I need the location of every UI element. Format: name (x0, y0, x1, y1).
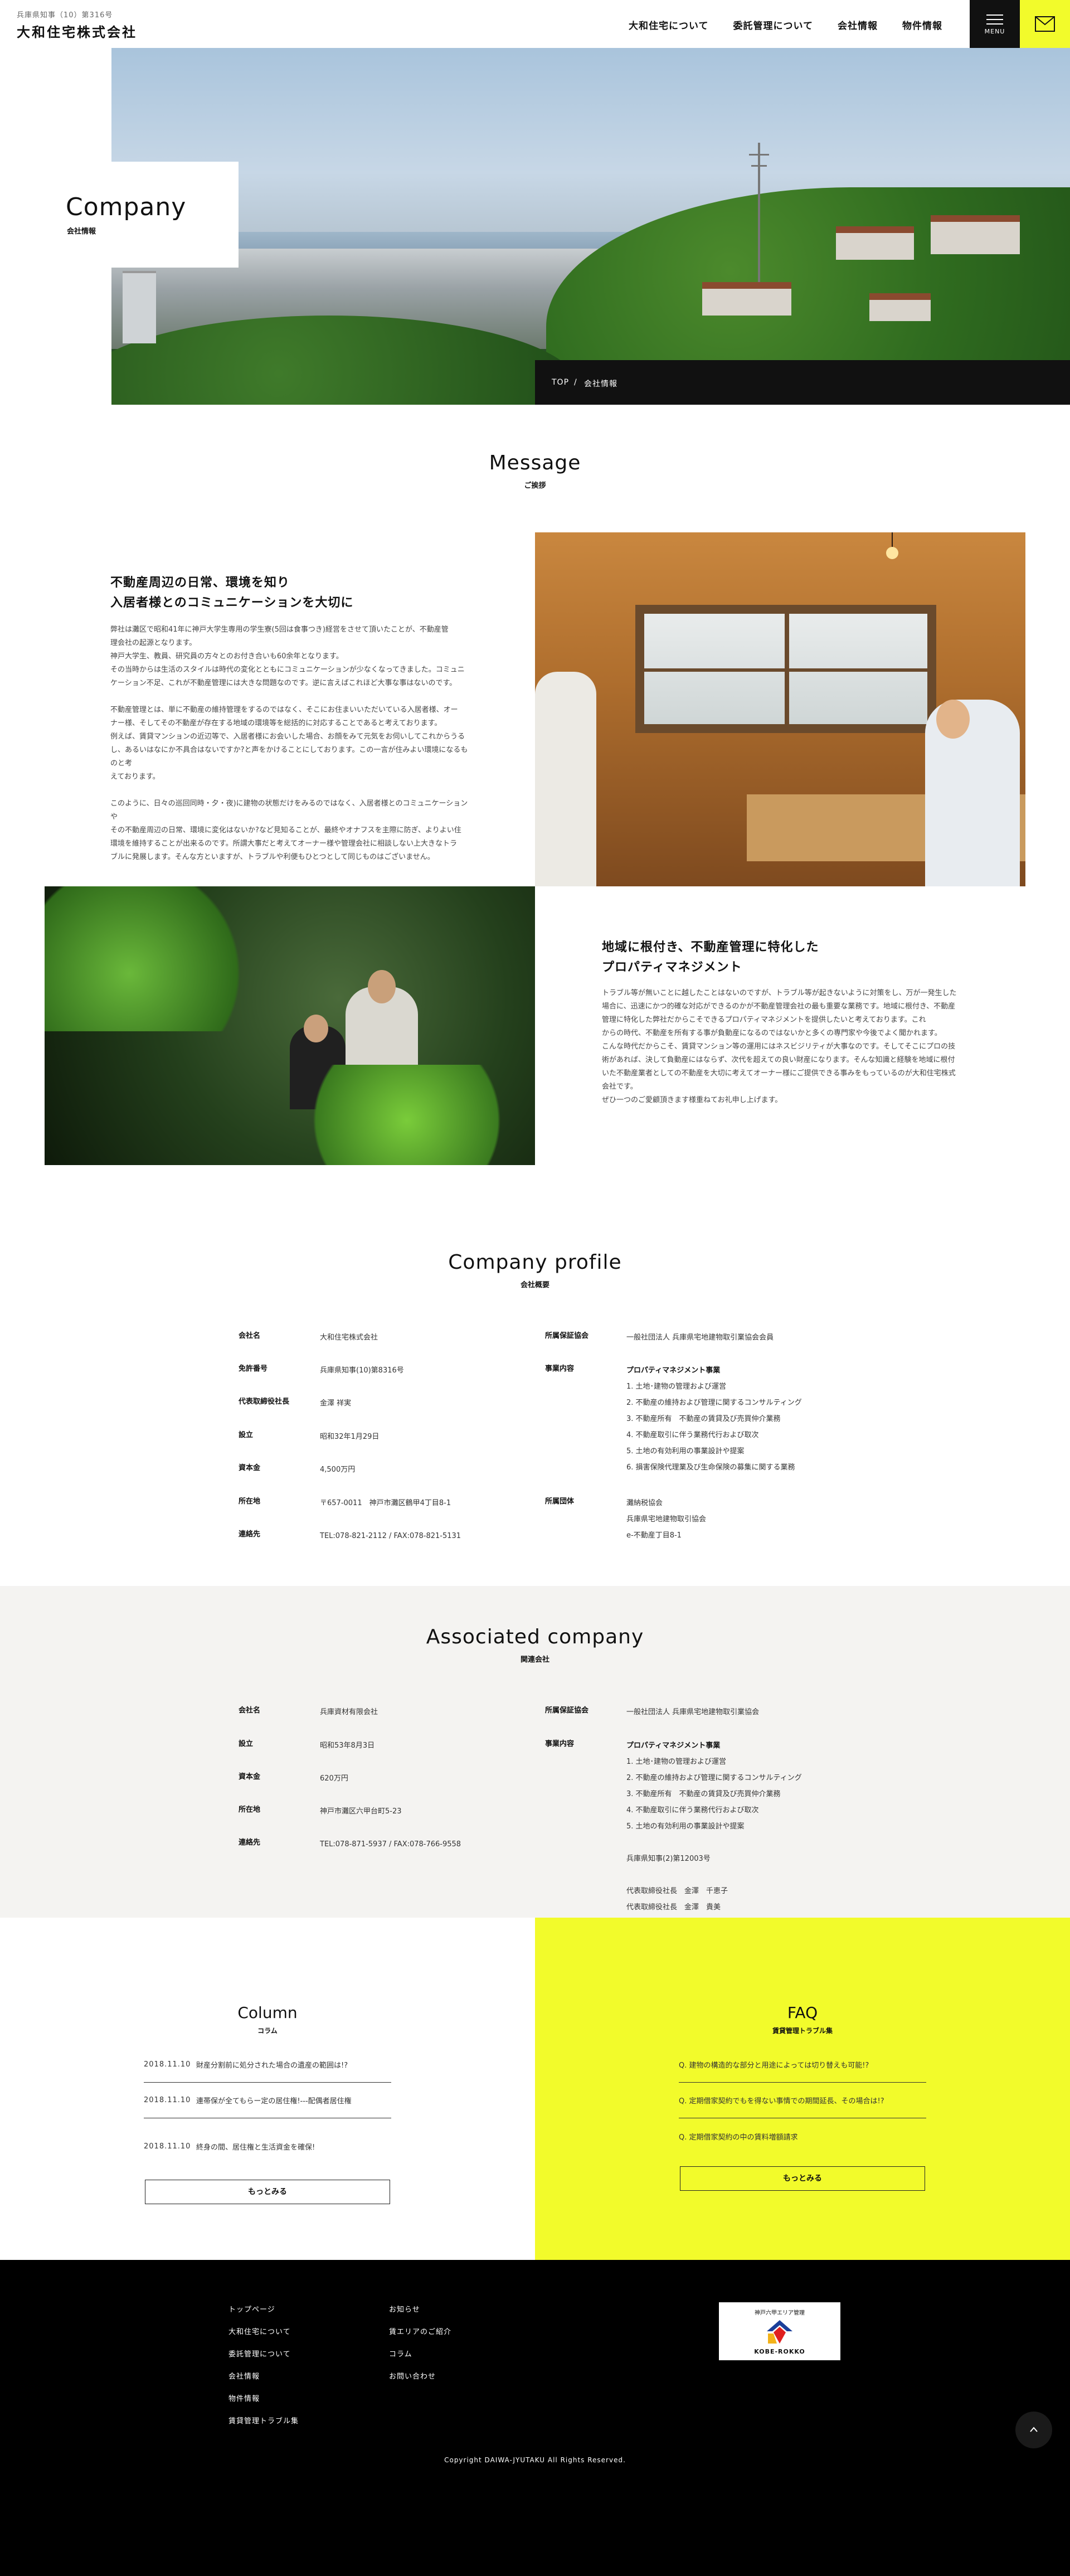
faq-subheading: 賃貸管理トラブル集 (772, 2027, 833, 2035)
column-item[interactable]: 2018.11.10 連帯保が全てもらー定の居住権!---配偶者居住権 (144, 2083, 391, 2118)
footer-link[interactable]: 委託管理について (228, 2348, 291, 2359)
faq-item[interactable]: Q. 建物の構造的な部分と用途によっては切り替えも可能!? (679, 2047, 926, 2083)
associated-row: 所属保証協会 一般社団法人 兵庫県宅地建物取引業協会 (545, 1706, 760, 1716)
page-title-box: Company 会社情報 (0, 162, 239, 268)
site-footer (0, 2260, 1070, 2576)
global-nav: 大和住宅について 委託管理について 会社情報 物件情報 (629, 18, 967, 32)
profile-row: 資本金 4,500万円 (239, 1464, 356, 1474)
message-block1-text: 弊社は灘区で昭和41年に神戸大学生専用の学生寮(5回は食事つき)経営をさせて頂い… (110, 623, 473, 877)
column-more-button[interactable]: もっとみる (145, 2180, 390, 2204)
license-number: 兵庫県知事（10）第316号 (17, 11, 113, 20)
footer-link[interactable]: トップページ (228, 2303, 275, 2314)
profile-heading: Company profile (448, 1251, 622, 1274)
message-block2-text: トラブル等が無いことに越したことはないのですが、トラブル等が起きないように対策を… (602, 989, 957, 1104)
nav-management[interactable]: 委託管理について (733, 18, 814, 32)
profile-row: 連絡先 TEL:078-821-2112 / FAX:078-821-5131 (239, 1530, 461, 1540)
associated-row: 所在地 神戸市灘区六甲台町5-23 (239, 1806, 402, 1816)
profile-row: 所属保証協会 一般社団法人 兵庫県宅地建物取引業協会会員 (545, 1332, 774, 1342)
faq-item[interactable]: Q. 定期借家契約の中の賃料増額請求 (679, 2118, 926, 2154)
menu-button[interactable]: MENU (970, 0, 1020, 48)
footer-link[interactable]: 物件情報 (228, 2393, 260, 2403)
message-heading: Message (489, 452, 581, 474)
footer-link[interactable]: 大和住宅について (228, 2326, 291, 2336)
associated-subheading: 関連会社 (520, 1656, 549, 1664)
paragraph: 弊社は灘区で昭和41年に神戸大学生専用の学生寮(5回は食事つき)経営をさせて頂い… (110, 625, 465, 687)
menu-label: MENU (984, 28, 1005, 35)
footer-link[interactable]: お知らせ (389, 2303, 420, 2314)
faq-item[interactable]: Q. 定期借家契約でもを得ない事情での期間延長、その場合は!? (679, 2083, 926, 2118)
associated-row: 設立 昭和53年8月3日 (239, 1740, 375, 1750)
copyright: Copyright DAIWA-JYUTAKU All Rights Reser… (444, 2456, 626, 2464)
associated-row: 会社名 兵庫資材有限会社 (239, 1706, 378, 1716)
chevron-up-icon (1030, 2427, 1038, 2432)
message-block1-heading: 不動産周辺の日常、環境を知り 入居者様とのコミュニケーションを大切に (110, 576, 354, 610)
profile-row: 代表取締役社長 金澤 祥実 (239, 1398, 352, 1408)
profile-row: 事業内容 プロパティマネジメント事業 1. 土地･建物の管理および運営 2. 不動… (545, 1365, 802, 1472)
page-title: Company (66, 193, 187, 221)
column-heading: Column (237, 2003, 298, 2022)
kobe-rokko-badge[interactable]: 神戸六甲エリア管理 KOBE-ROKKO (719, 2302, 840, 2360)
nav-company[interactable]: 会社情報 (838, 18, 878, 32)
hamburger-icon (986, 14, 1003, 28)
nav-about[interactable]: 大和住宅について (629, 18, 709, 32)
message-photo-cafe (535, 532, 1025, 886)
footer-link[interactable]: コラム (389, 2348, 412, 2359)
kobe-rokko-logo-icon (767, 2320, 792, 2344)
associated-row: 資本金 620万円 (239, 1773, 348, 1783)
profile-subheading: 会社概要 (520, 1281, 549, 1289)
paragraph: 不動産管理とは、単に不動産の維持管理をするのではなく、そこにお住まいいただいてい… (110, 706, 468, 781)
faq-heading: FAQ (787, 2003, 818, 2022)
site-header: 兵庫県知事（10）第316号 大和住宅株式会社 大和住宅について 委託管理につい… (0, 0, 1070, 48)
associated-row: 連絡先 TEL:078-871-5937 / FAX:078-766-9558 (239, 1838, 461, 1849)
footer-link[interactable]: 会社情報 (228, 2370, 260, 2381)
profile-row: 免許番号 兵庫県知事(10)第8316号 (239, 1365, 404, 1375)
message-block2-heading: 地域に根付き、不動産管理に特化した プロパティマネジメント (602, 940, 819, 974)
profile-row: 所属団体 灘納税協会 兵庫県宅地建物取引協会 e-不動産丁目8-1 (545, 1497, 707, 1540)
breadcrumb-current: 会社情報 (584, 380, 617, 389)
profile-row: 設立 昭和32年1月29日 (239, 1431, 380, 1441)
back-to-top-button[interactable] (1015, 2412, 1052, 2448)
site-logo[interactable]: 大和住宅株式会社 (17, 21, 137, 41)
profile-row: 会社名 大和住宅株式会社 (239, 1332, 378, 1342)
hero-image (111, 48, 1070, 405)
associated-heading: Associated company (426, 1626, 644, 1648)
breadcrumb-top[interactable]: TOP (552, 378, 569, 387)
profile-row: 所在地 〒657-0011 神戸市灘区鶴甲4丁目8-1 (239, 1497, 451, 1507)
mail-button[interactable] (1020, 0, 1070, 48)
message-subheading: ご挨拶 (524, 482, 546, 490)
paragraph: このように、日々の巡回同時・夕・夜)に建物の状態だけをみるのではなく、入居者様と… (110, 799, 468, 861)
breadcrumb: TOP / 会社情報 (535, 360, 1070, 405)
footer-link[interactable]: お問い合わせ (389, 2370, 436, 2381)
nav-properties[interactable]: 物件情報 (902, 18, 942, 32)
column-subheading: コラム (257, 2027, 278, 2035)
column-item[interactable]: 2018.11.10 財産分割前に処分された場合の遺産の範囲は!? (144, 2047, 391, 2083)
mail-icon (1035, 16, 1055, 32)
footer-link[interactable]: 賃エリアのご紹介 (389, 2326, 451, 2336)
footer-link[interactable]: 賃貸管理トラブル集 (228, 2415, 299, 2425)
associated-row: 事業内容 プロパティマネジメント事業 1. 土地･建物の管理および運営 2. 不動… (545, 1740, 802, 1912)
faq-more-button[interactable]: もっとみる (680, 2166, 925, 2191)
message-photo-garden (45, 886, 535, 1165)
column-item[interactable]: 2018.11.10 終身の間、居住権と生活資金を確保! (144, 2128, 391, 2164)
page-subtitle: 会社情報 (67, 227, 96, 236)
breadcrumb-separator: / (574, 378, 577, 387)
